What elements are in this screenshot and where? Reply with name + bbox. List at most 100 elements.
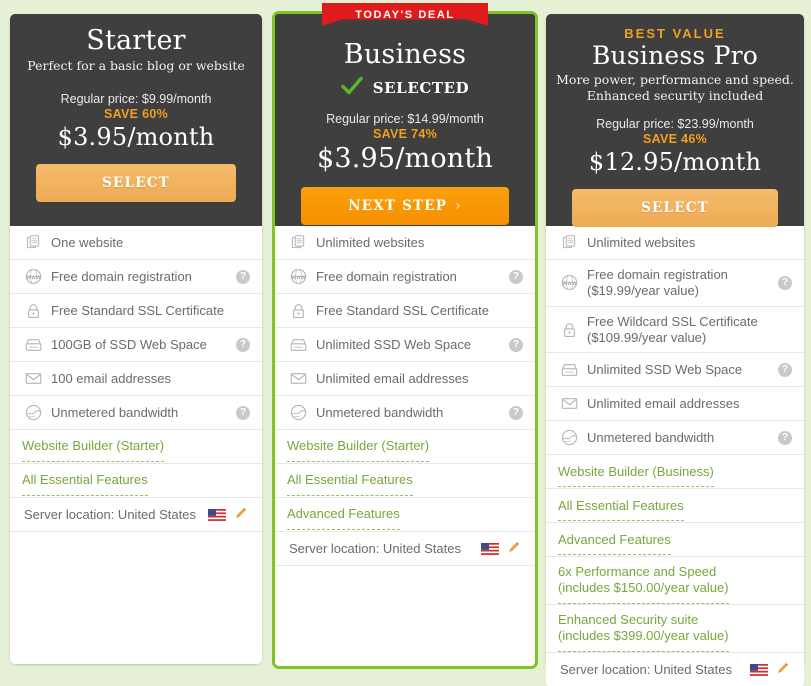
plan-header-starter: Starter Perfect for a basic blog or webs… bbox=[10, 14, 262, 226]
feature-label: Unlimited SSD Web Space bbox=[316, 336, 472, 352]
edit-pencil-icon[interactable] bbox=[234, 506, 250, 523]
feature-link-row[interactable]: All Essential Features bbox=[546, 489, 804, 524]
server-location-row[interactable]: Server location: United States bbox=[275, 532, 535, 566]
help-icon[interactable]: ? bbox=[236, 337, 250, 352]
svg-text:www: www bbox=[562, 281, 577, 287]
feature-link-row[interactable]: Advanced Features bbox=[546, 523, 804, 558]
feature-link-row[interactable]: All Essential Features bbox=[10, 464, 262, 498]
feature-row: Unmetered bandwidth ? bbox=[10, 396, 262, 430]
feature-link[interactable]: All Essential Features bbox=[287, 465, 413, 496]
pricing-page: Starter Perfect for a basic blog or webs… bbox=[0, 0, 811, 686]
feature-row: www Free domain registration ($19.99/yea… bbox=[546, 260, 804, 307]
plan-price: $3.95/month bbox=[57, 122, 215, 151]
help-icon[interactable]: ? bbox=[509, 337, 523, 352]
regular-price: Regular price: $14.99/month bbox=[326, 112, 484, 127]
drive-icon bbox=[22, 338, 44, 352]
value-link-row[interactable]: Enhanced Security suite (includes $399.0… bbox=[546, 605, 804, 653]
feature-row: www Free domain registration ? bbox=[275, 260, 535, 294]
feature-row: Unlimited email addresses bbox=[546, 387, 804, 422]
lock-icon bbox=[558, 322, 580, 338]
server-location-row[interactable]: Server location: United States bbox=[10, 498, 262, 532]
help-icon[interactable]: ? bbox=[778, 362, 792, 377]
server-location-label: Server location: United States bbox=[560, 661, 732, 677]
feature-link-row[interactable]: Website Builder (Starter) bbox=[10, 430, 262, 464]
plan-name: Starter bbox=[86, 25, 186, 56]
feature-label: Unlimited websites bbox=[587, 234, 696, 250]
feature-link-row[interactable]: Website Builder (Starter) bbox=[275, 430, 535, 464]
regular-price: Regular price: $9.99/month bbox=[60, 91, 212, 106]
feature-label: Free Wildcard SSL Certificate bbox=[587, 313, 758, 329]
feature-label: Free domain registration bbox=[316, 268, 457, 284]
value-link-sublabel: (includes $399.00/year value) bbox=[558, 628, 729, 644]
edit-pencil-icon[interactable] bbox=[507, 540, 523, 557]
feature-link[interactable]: All Essential Features bbox=[558, 491, 684, 522]
help-icon[interactable]: ? bbox=[509, 405, 523, 420]
save-badge: SAVE 74% bbox=[372, 127, 437, 142]
plan-tagline: More power, performance and speed. Enhan… bbox=[556, 72, 794, 103]
plan-name: Business bbox=[343, 39, 467, 70]
next-step-label: NEXT STEP bbox=[348, 198, 448, 215]
plan-header-business: TODAY'S DEAL Business SELECTED Regular p… bbox=[275, 3, 535, 226]
svg-text:www: www bbox=[291, 275, 306, 281]
help-icon[interactable]: ? bbox=[236, 269, 250, 284]
chevron-right-icon: › bbox=[455, 198, 462, 215]
feature-label-group: Free domain registration ($19.99/year va… bbox=[587, 260, 772, 306]
plan-tagline: Perfect for a basic blog or website bbox=[27, 58, 245, 74]
drive-icon bbox=[287, 338, 309, 352]
feature-row: One website bbox=[10, 226, 262, 260]
help-icon[interactable]: ? bbox=[778, 275, 792, 290]
plan-price: $3.95/month bbox=[316, 143, 494, 175]
feature-link[interactable]: Website Builder (Starter) bbox=[22, 431, 165, 462]
next-step-button[interactable]: NEXT STEP › bbox=[301, 187, 509, 226]
help-icon[interactable]: ? bbox=[509, 269, 523, 284]
feature-list-starter: One website www Free domain registration… bbox=[10, 226, 262, 664]
feature-link[interactable]: Advanced Features bbox=[287, 499, 400, 530]
feature-link-row[interactable]: Advanced Features bbox=[275, 498, 535, 532]
plan-card-starter[interactable]: Starter Perfect for a basic blog or webs… bbox=[10, 14, 262, 664]
select-button[interactable]: SELECT bbox=[36, 163, 236, 202]
feature-row: Unmetered bandwidth ? bbox=[546, 421, 804, 456]
value-link-label: 6x Performance and Speed bbox=[558, 564, 717, 580]
plan-name: Business Pro bbox=[591, 41, 759, 70]
feature-label-group: Free Wildcard SSL Certificate ($109.99/y… bbox=[587, 307, 792, 353]
us-flag-icon bbox=[208, 508, 226, 521]
feature-row: Unlimited websites bbox=[275, 226, 535, 260]
plan-card-business-pro[interactable]: BEST VALUE Business Pro More power, perf… bbox=[546, 14, 804, 686]
feature-row: Unlimited SSD Web Space ? bbox=[275, 328, 535, 362]
feature-link-row[interactable]: All Essential Features bbox=[275, 464, 535, 498]
value-link-label: Enhanced Security suite bbox=[558, 612, 699, 628]
envelope-icon bbox=[558, 397, 580, 410]
feature-link[interactable]: Website Builder (Business) bbox=[558, 457, 714, 488]
value-link-group[interactable]: 6x Performance and Speed (includes $150.… bbox=[558, 557, 729, 605]
feature-link-row[interactable]: Website Builder (Business) bbox=[546, 455, 804, 490]
feature-row: Unlimited email addresses bbox=[275, 362, 535, 396]
feature-row: 100GB of SSD Web Space ? bbox=[10, 328, 262, 362]
help-icon[interactable]: ? bbox=[236, 405, 250, 420]
value-link-row[interactable]: 6x Performance and Speed (includes $150.… bbox=[546, 557, 804, 606]
feature-label: Free domain registration bbox=[51, 268, 192, 284]
server-location-row[interactable]: Server location: United States bbox=[546, 653, 804, 686]
us-flag-icon bbox=[481, 542, 499, 555]
best-value-badge: BEST VALUE bbox=[624, 26, 726, 41]
edit-pencil-icon[interactable] bbox=[776, 661, 792, 678]
select-button[interactable]: SELECT bbox=[572, 189, 778, 228]
help-icon[interactable]: ? bbox=[778, 430, 792, 445]
feature-label: Unlimited email addresses bbox=[587, 396, 740, 411]
feature-link[interactable]: Website Builder (Starter) bbox=[287, 431, 430, 462]
selected-label: SELECTED bbox=[372, 79, 470, 98]
feature-sublabel: ($19.99/year value) bbox=[587, 282, 700, 298]
pages-icon bbox=[287, 235, 309, 250]
feature-label: Unlimited websites bbox=[316, 234, 425, 250]
feature-link[interactable]: All Essential Features bbox=[22, 465, 148, 496]
feature-label: Unmetered bandwidth bbox=[316, 404, 444, 420]
pages-icon bbox=[22, 235, 44, 250]
feature-link[interactable]: Advanced Features bbox=[558, 525, 671, 556]
value-link-group[interactable]: Enhanced Security suite (includes $399.0… bbox=[558, 605, 729, 652]
feature-row: Free Wildcard SSL Certificate ($109.99/y… bbox=[546, 307, 804, 354]
envelope-icon bbox=[22, 372, 44, 385]
feature-label: Free Standard SSL Certificate bbox=[51, 302, 224, 318]
plan-card-business[interactable]: TODAY'S DEAL Business SELECTED Regular p… bbox=[272, 3, 538, 669]
regular-price: Regular price: $23.99/month bbox=[596, 117, 754, 132]
feature-list-business-pro: Unlimited websites www Free domain regis… bbox=[546, 226, 804, 686]
svg-text:www: www bbox=[26, 275, 41, 281]
